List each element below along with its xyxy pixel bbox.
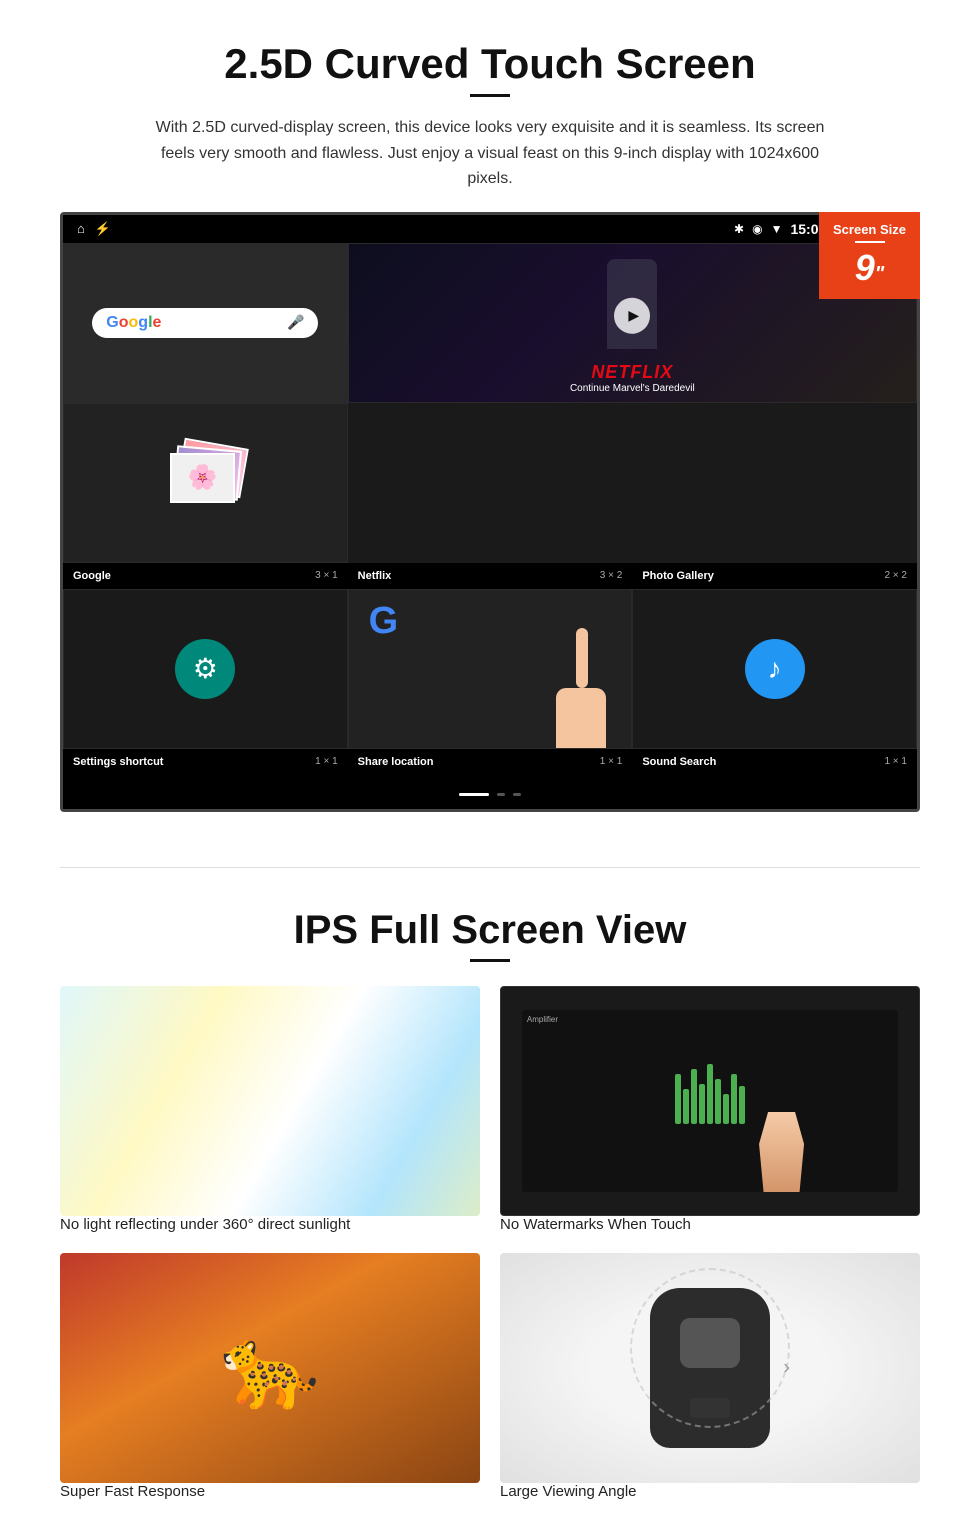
app-label-photogallery: Photo Gallery 2 × 2 [632,567,917,585]
section-divider [60,867,920,868]
eq-bar [731,1074,737,1124]
app-label-netflix: Netflix 3 × 2 [348,567,633,585]
section1-underline [470,94,510,97]
app-label-google: Google 3 × 1 [63,567,348,585]
sound-icon-wrap: ♪ [745,639,805,699]
settings-icon-wrap: ⚙ [175,639,235,699]
page-dot-2 [497,793,505,796]
eq-bar [707,1064,713,1124]
eq-bar [675,1074,681,1124]
screen-mockup-wrap: Screen Size 9" ⌂ ⚡ ✱ ◉ ▼ 15:06 ⊡ ◁) [60,212,920,812]
sunlight-image [60,986,480,1216]
eq-bar [699,1084,705,1124]
flower-icon: 🌸 [188,463,218,492]
wifi-icon: ▼ [771,222,783,236]
netflix-subtitle: Continue Marvel's Daredevil [357,383,908,394]
section-ips-screen: IPS Full Screen View No light reflecting… [0,898,980,1540]
touch-hand-amplifier [759,1112,804,1192]
play-button[interactable] [614,298,650,334]
eq-bar [691,1069,697,1124]
settings-app-name: Settings shortcut [73,756,163,768]
eq-bar [723,1094,729,1124]
app-cell-sound-search[interactable]: ♪ [632,589,917,749]
status-left-icons: ⌂ ⚡ [77,221,111,237]
mic-icon[interactable]: 🎤 [287,314,304,331]
netflix-app-name: Netflix [358,570,392,582]
amp-eq: Amplifier [522,1010,898,1192]
page-dot-3 [513,793,521,796]
amplifier-image: Amplifier [500,986,920,1216]
badge-divider [855,241,885,243]
sound-app-name: Sound Search [642,756,716,768]
app-labels-bottom: Settings shortcut 1 × 1 Share location 1… [63,749,917,775]
app-grid-top: Google 🎤 NETFLIX [63,243,917,563]
badge-label: Screen Size [833,222,906,237]
photo-app-size: 2 × 2 [884,570,907,581]
app-labels-top: Google 3 × 1 Netflix 3 × 2 Photo Gallery… [63,563,917,589]
car-label: Large Viewing Angle [500,1483,920,1500]
sound-app-size: 1 × 1 [884,756,907,767]
section1-description: With 2.5D curved-display screen, this de… [140,115,840,192]
section1-title: 2.5D Curved Touch Screen [60,40,920,88]
music-note-icon: ♪ [768,653,782,685]
badge-size: 9" [833,247,906,289]
google-app-size: 3 × 1 [315,570,338,581]
app-cell-settings[interactable]: ⚙ [63,589,348,749]
section-curved-screen: 2.5D Curved Touch Screen With 2.5D curve… [0,0,980,837]
cheetah-image: 🐆 [60,1253,480,1483]
google-search-bar[interactable]: Google 🎤 [92,308,318,338]
settings-gear-icon: ⚙ [193,652,218,685]
netflix-logo: NETFLIX [357,362,908,383]
photo-app-name: Photo Gallery [642,570,714,582]
car-image: › [500,1253,920,1483]
page-indicator [63,775,917,809]
eq-bar [683,1089,689,1124]
app-cell-photo-gallery[interactable]: 🌸 [63,403,348,563]
eq-bars [522,1020,898,1129]
touch-hand-icon [551,628,621,749]
bluetooth-icon: ✱ [734,222,744,236]
app-cell-google[interactable]: Google 🎤 [63,243,348,403]
location-icon: ◉ [752,222,762,236]
feature-item-sunlight: No light reflecting under 360° direct su… [60,986,480,1233]
cheetah-label: Super Fast Response [60,1483,480,1500]
netflix-info: NETFLIX Continue Marvel's Daredevil [349,354,916,402]
section2-underline [470,959,510,962]
app-label-settings: Settings shortcut 1 × 1 [63,753,348,771]
app-grid-bottom: ⚙ G ♪ [63,589,917,749]
android-screen: ⌂ ⚡ ✱ ◉ ▼ 15:06 ⊡ ◁) ⊠ ▭ [60,212,920,812]
amp-header: Amplifier [522,1015,898,1024]
share-app-size: 1 × 1 [600,756,623,767]
photo-card-3: 🌸 [170,453,235,503]
app-cell-share-location[interactable]: G [348,589,633,749]
google-logo: Google [106,314,161,332]
sunlight-label: No light reflecting under 360° direct su… [60,1216,480,1233]
settings-app-size: 1 × 1 [315,756,338,767]
feature-item-cheetah: 🐆 Super Fast Response [60,1253,480,1500]
feature-grid: No light reflecting under 360° direct su… [60,986,920,1500]
section2-title: IPS Full Screen View [60,908,920,953]
home-icon[interactable]: ⌂ [77,221,85,236]
app-label-sound: Sound Search 1 × 1 [632,753,917,771]
photo-stack: 🌸 [165,443,245,523]
car-top-view-wrap: › [650,1288,770,1448]
netflix-app-size: 3 × 2 [600,570,623,581]
eq-bar [715,1079,721,1124]
eq-bar [739,1086,745,1124]
share-app-name: Share location [358,756,434,768]
feature-item-car: › Large Viewing Angle [500,1253,920,1500]
cheetah-emoji: 🐆 [220,1321,320,1415]
google-app-name: Google [73,570,111,582]
status-bar: ⌂ ⚡ ✱ ◉ ▼ 15:06 ⊡ ◁) ⊠ ▭ [63,215,917,243]
google-maps-g-icon: G [369,600,399,642]
screen-size-badge: Screen Size 9" [819,212,920,299]
watermarks-label: No Watermarks When Touch [500,1216,920,1233]
feature-item-watermarks: Amplifier No Watermarks When Touch [500,986,920,1233]
usb-icon: ⚡ [95,221,111,237]
viewing-angle-circle [630,1268,790,1428]
page-dot-active [459,793,489,796]
app-label-share: Share location 1 × 1 [348,753,633,771]
